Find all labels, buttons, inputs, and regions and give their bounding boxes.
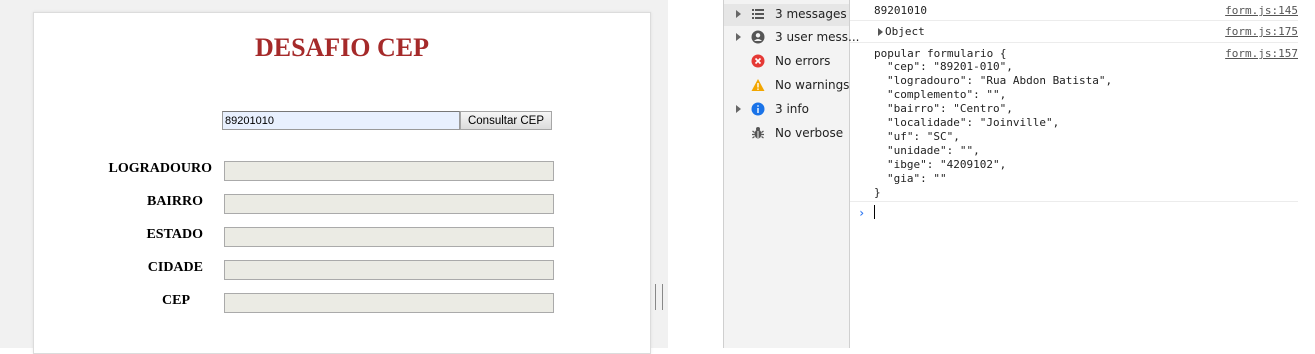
bug-icon (752, 127, 764, 139)
panel-resize-handle[interactable] (655, 284, 663, 310)
sidebar-item-verbose[interactable]: No verbose (724, 123, 849, 145)
object-line: "complemento": "", (887, 88, 1007, 101)
console-object-text[interactable]: Object (885, 25, 925, 38)
sidebar-item-user-messages[interactable]: 3 user mess... (724, 27, 859, 49)
bairro-label: BAIRRO (146, 194, 203, 209)
devtools-panel: 3 messages 3 user mess... No errors No w… (723, 0, 1315, 348)
consultar-cep-button[interactable]: Consultar CEP (460, 111, 552, 130)
console-output: 89201010 form.js:145 Object form.js:175 … (850, 0, 1315, 348)
sidebar-item-messages[interactable]: 3 messages (724, 4, 849, 26)
error-icon (751, 54, 765, 68)
sidebar-item-warnings[interactable]: No warnings (724, 75, 849, 97)
sidebar-item-label: 3 user mess... (775, 30, 860, 44)
object-line: "uf": "SC", (887, 130, 960, 143)
estado-field[interactable] (224, 227, 554, 247)
logradouro-label: LOGRADOURO (108, 161, 212, 176)
warning-icon (751, 79, 765, 91)
expand-arrow-icon[interactable] (736, 10, 741, 18)
page-viewport: DESAFIO CEP Consultar CEP LOGRADOURO BAI… (0, 0, 668, 354)
console-message[interactable]: Object form.js:175 (850, 21, 1298, 43)
logradouro-field[interactable] (224, 161, 554, 181)
sidebar-item-label: No errors (775, 54, 831, 68)
bairro-field[interactable] (224, 194, 554, 214)
estado-label: ESTADO (146, 227, 203, 242)
console-message-text: popular formulario { (874, 47, 1007, 60)
object-line: "bairro": "Centro", (887, 102, 1013, 115)
console-prompt-icon: › (858, 206, 866, 220)
sidebar-item-label: No warnings (775, 78, 850, 92)
console-message-text: 89201010 (874, 4, 927, 17)
console-message: popular formulario { form.js:157 "cep": … (850, 43, 1298, 202)
object-line: "cep": "89201-010", (887, 60, 1013, 73)
source-link[interactable]: form.js:145 (1225, 4, 1298, 17)
sidebar-item-info[interactable]: 3 info (724, 99, 849, 121)
expand-arrow-icon[interactable] (736, 105, 741, 113)
list-icon (752, 9, 764, 19)
source-link[interactable]: form.js:157 (1225, 47, 1298, 60)
sidebar-item-label: No verbose (775, 126, 844, 140)
expand-arrow-icon[interactable] (736, 33, 741, 41)
user-icon (751, 30, 765, 44)
console-input-caret[interactable] (874, 205, 875, 219)
sidebar-item-label: 3 messages (775, 7, 847, 21)
cidade-field[interactable] (224, 260, 554, 280)
form-card: DESAFIO CEP Consultar CEP LOGRADOURO BAI… (33, 12, 651, 354)
console-sidebar: 3 messages 3 user mess... No errors No w… (724, 0, 859, 348)
info-icon (751, 102, 765, 116)
source-link[interactable]: form.js:175 (1225, 25, 1298, 38)
object-line: "localidade": "Joinville", (887, 116, 1060, 129)
expand-object-icon[interactable] (878, 28, 883, 36)
cep-search-input[interactable] (222, 111, 460, 130)
sidebar-item-errors[interactable]: No errors (724, 51, 849, 73)
cidade-label: CIDADE (147, 260, 203, 275)
page-title: DESAFIO CEP (254, 33, 430, 62)
sidebar-item-label: 3 info (775, 102, 809, 116)
object-line: "ibge": "4209102", (887, 158, 1007, 171)
cep-label: CEP (162, 293, 190, 308)
object-line: "logradouro": "Rua Abdon Batista", (887, 74, 1113, 87)
object-line: "unidade": "", (887, 144, 980, 157)
cep-field[interactable] (224, 293, 554, 313)
object-closing-brace: } (874, 186, 881, 199)
object-line: "gia": "" (887, 172, 947, 185)
console-message: 89201010 form.js:145 (850, 0, 1298, 21)
